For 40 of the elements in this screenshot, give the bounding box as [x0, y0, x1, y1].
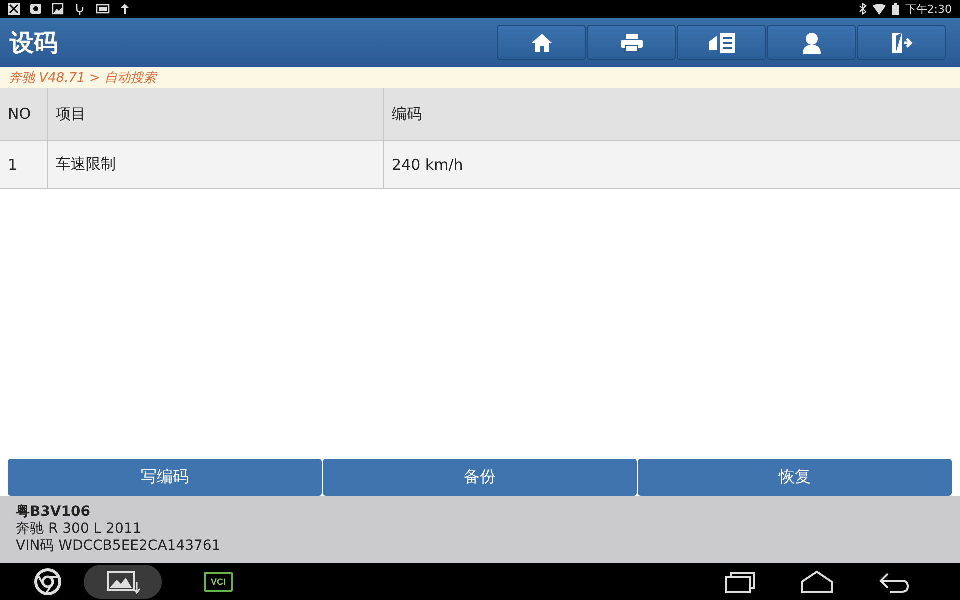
page-title: 设码 [10, 28, 58, 58]
table-cell: 车速限制 [48, 141, 384, 188]
exit-button[interactable] [857, 25, 946, 60]
clipboard-icon [706, 32, 736, 54]
vin-number: VIN码 WDCCB5EE2CA143761 [16, 538, 222, 555]
image-icon [52, 3, 64, 15]
clock: 下午2:30 [905, 2, 952, 16]
gallery-icon [106, 570, 140, 594]
print-button[interactable] [587, 25, 676, 60]
column-header: NO [0, 88, 48, 140]
column-header: 编码 [391, 104, 423, 124]
person-icon [802, 32, 820, 54]
table-cell-text: 240 km/h [391, 154, 464, 176]
wifi-icon [873, 4, 886, 14]
breadcrumb: 奔驰 V48.71 > 自动搜索 [9, 70, 156, 86]
bluetooth-icon [859, 3, 868, 15]
action-button[interactable]: 写编码 [8, 459, 322, 496]
usb-icon [74, 3, 86, 15]
license-plate: 粤B3V106 [16, 504, 92, 521]
home-nav-icon[interactable] [800, 570, 834, 594]
action-button[interactable]: 恢复 [638, 459, 952, 496]
user-button[interactable] [767, 25, 856, 60]
table-cell: 1 [0, 141, 48, 188]
home-button[interactable] [497, 25, 586, 60]
column-header: 项目 [48, 88, 384, 140]
report-button[interactable] [677, 25, 766, 60]
battery-card-icon [96, 3, 110, 15]
browser-icon[interactable] [34, 568, 62, 596]
vehicle-model: 奔驰 R 300 L 2011 [16, 521, 143, 538]
battery-icon [892, 3, 900, 15]
recent-apps-icon[interactable] [724, 570, 756, 594]
action-button[interactable]: 备份 [323, 459, 637, 496]
upload-icon [120, 3, 130, 15]
printer-icon [620, 32, 644, 52]
screenshot-button[interactable] [84, 564, 162, 598]
home-icon [530, 32, 552, 52]
notification-icon [8, 3, 20, 15]
notification-icon [30, 3, 42, 15]
exit-icon [890, 32, 914, 54]
vci-button[interactable]: VCI [204, 572, 234, 592]
